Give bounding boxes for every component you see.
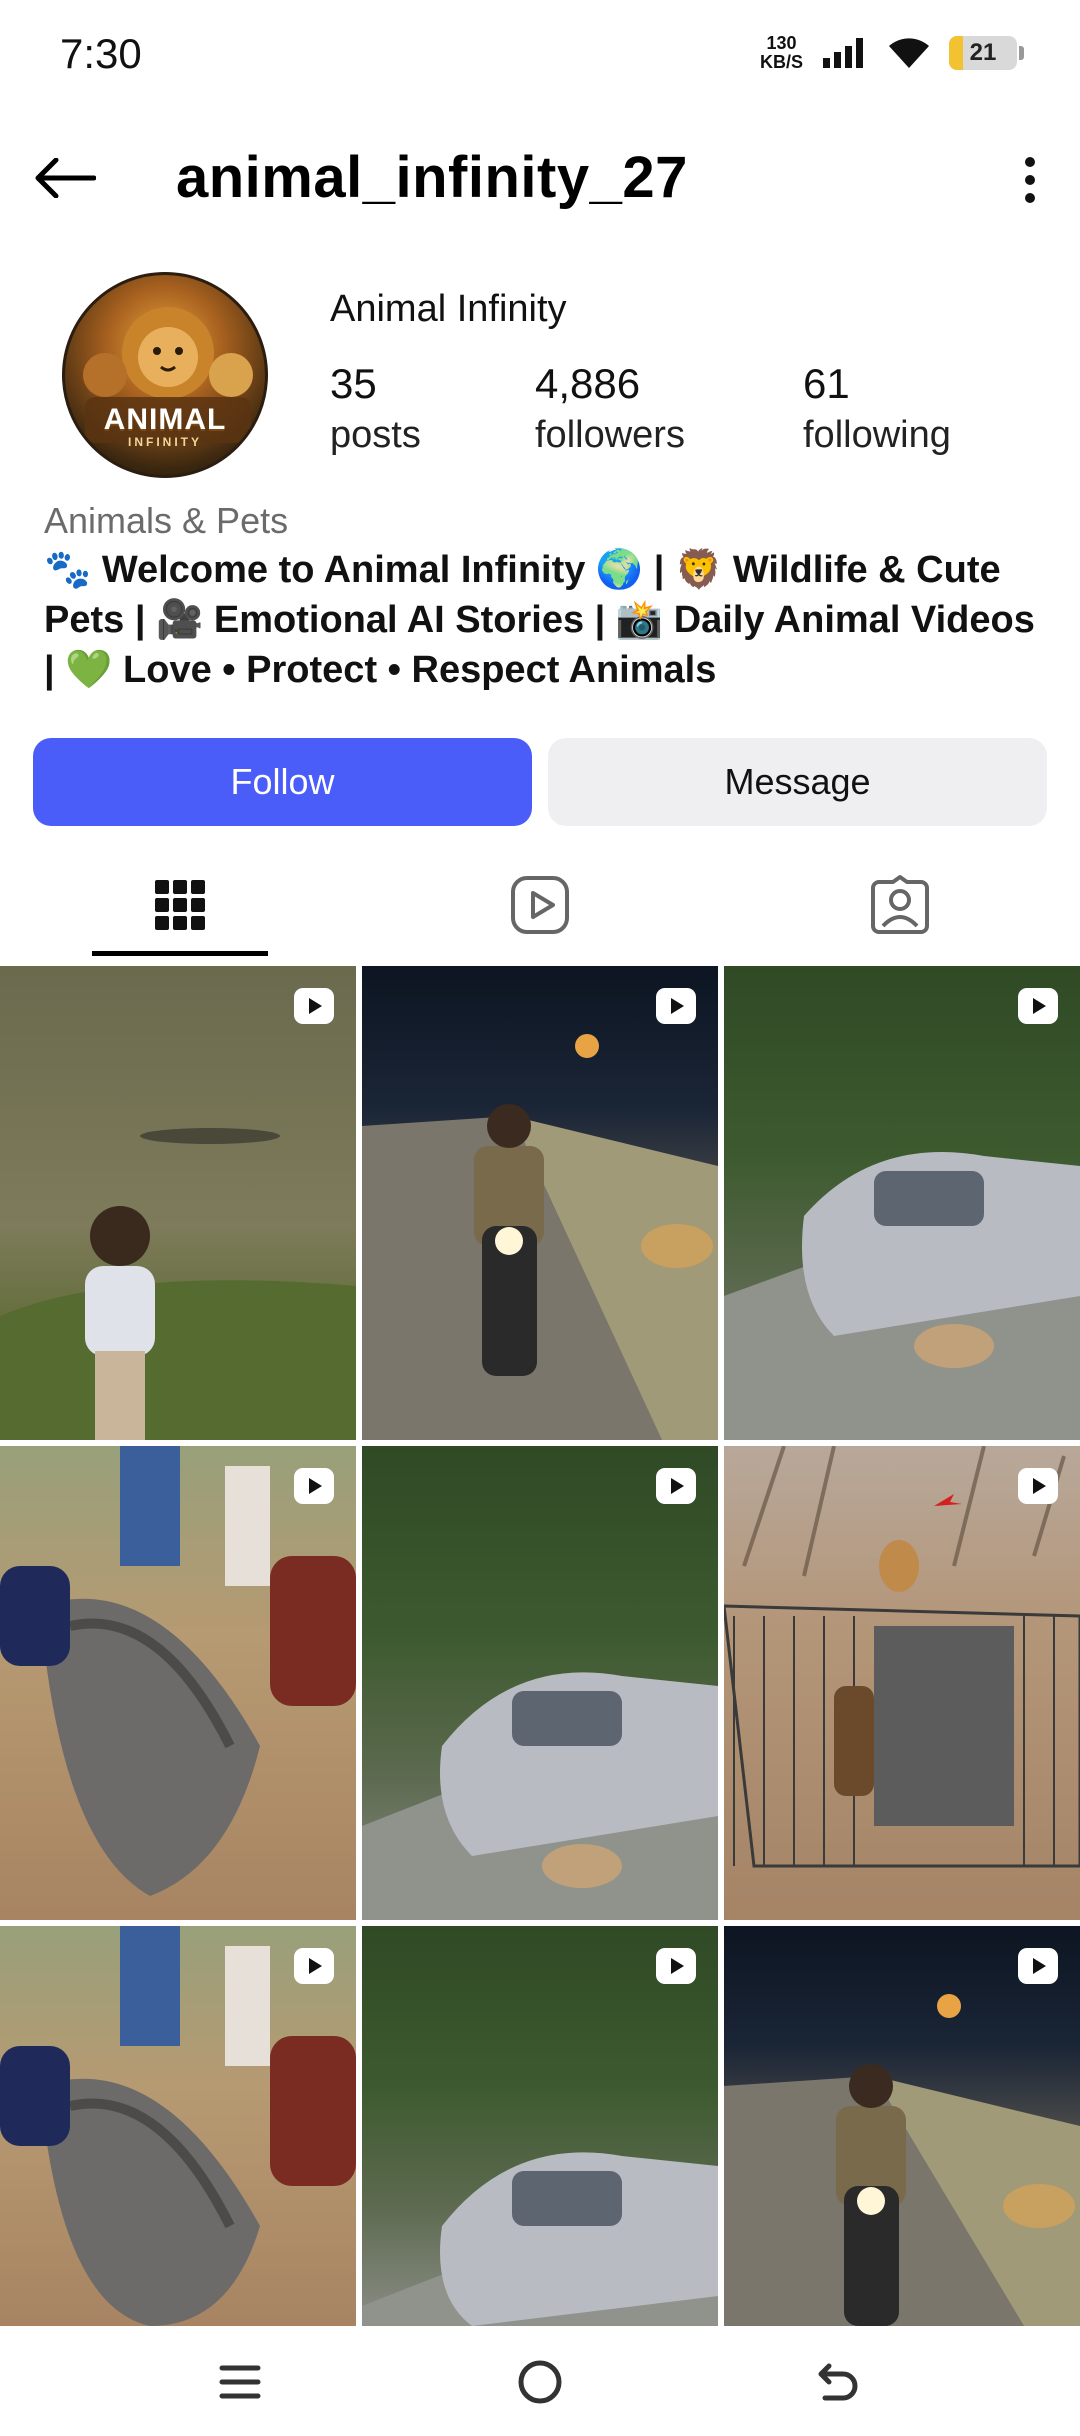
profile-bio: 🐾 Welcome to Animal Infinity 🌍 | 🦁 Wildl… — [44, 549, 1035, 691]
post-thumbnail[interactable] — [362, 1926, 718, 2326]
avatar[interactable]: ANIMAL INFINITY — [62, 272, 268, 478]
motorcycle-night-image — [362, 1034, 718, 1440]
profile-category: Animals & Pets — [44, 500, 289, 541]
following-label: following — [803, 414, 951, 456]
tab-tagged[interactable] — [720, 850, 1080, 960]
child-by-river-image — [0, 1128, 356, 1440]
car-animal-image — [724, 1152, 1080, 1440]
tagged-icon — [871, 875, 929, 934]
signal-icon — [823, 38, 863, 68]
recent-apps-button[interactable] — [200, 2352, 280, 2412]
battery-tip — [1019, 46, 1024, 60]
reel-icon — [656, 988, 696, 1024]
lion-cage-image — [724, 1446, 1080, 1868]
posts-stat[interactable]: 35 posts — [330, 360, 421, 457]
status-time: 7:30 — [60, 30, 142, 77]
post-thumbnail[interactable] — [0, 1446, 356, 1920]
active-tab-indicator — [92, 951, 268, 956]
giant-catfish-image — [0, 1446, 356, 1896]
back-icon — [818, 2363, 858, 2401]
posts-count: 35 — [330, 360, 377, 407]
reel-icon — [1018, 1948, 1058, 1984]
reel-icon — [294, 988, 334, 1024]
reel-icon — [656, 1948, 696, 1984]
reel-icon — [294, 1468, 334, 1504]
display-name: Animal Infinity — [330, 288, 567, 330]
follow-button[interactable]: Follow — [33, 738, 532, 826]
followers-count: 4,886 — [535, 360, 641, 407]
home-circle-icon — [518, 2360, 562, 2404]
back-button[interactable] — [30, 148, 100, 208]
more-vertical-icon — [1025, 157, 1035, 203]
giant-catfish-image — [0, 1926, 356, 2326]
followers-label: followers — [535, 414, 685, 456]
post-thumbnail[interactable] — [0, 966, 356, 1440]
reels-icon — [511, 876, 569, 934]
profile-header: animal_infinity_27 — [0, 130, 1080, 230]
post-thumbnail[interactable] — [362, 966, 718, 1440]
reel-icon — [1018, 1468, 1058, 1504]
post-thumbnail[interactable] — [724, 966, 1080, 1440]
reel-icon — [1018, 988, 1058, 1024]
post-thumbnail[interactable] — [0, 1926, 356, 2326]
post-thumbnail[interactable] — [724, 1446, 1080, 1920]
car-animal-image — [362, 1672, 718, 1920]
more-options-button[interactable] — [1000, 148, 1060, 212]
motorcycle-night-image — [724, 1994, 1080, 2326]
reel-icon — [656, 1468, 696, 1504]
message-button[interactable]: Message — [548, 738, 1047, 826]
post-thumbnail[interactable] — [362, 1446, 718, 1920]
reel-icon — [294, 1948, 334, 1984]
home-button[interactable] — [500, 2352, 580, 2412]
tab-reels[interactable] — [360, 850, 720, 960]
status-bar: 7:30 130 KB/S 21 — [0, 0, 1080, 118]
profile-username: animal_infinity_27 — [176, 145, 688, 210]
wifi-icon — [889, 38, 929, 68]
grid-icon — [155, 880, 205, 930]
profile-tabs — [0, 850, 1080, 960]
arrow-left-icon — [35, 158, 96, 198]
tab-posts[interactable] — [0, 850, 360, 960]
car-animal-image — [362, 2152, 718, 2326]
followers-stat[interactable]: 4,886 followers — [535, 360, 685, 457]
post-thumbnail[interactable] — [724, 1926, 1080, 2326]
status-icons: 130 KB/S 21 — [760, 34, 1024, 72]
menu-icon — [219, 2365, 261, 2399]
network-speed: 130 KB/S — [759, 33, 803, 72]
following-stat[interactable]: 61 following — [803, 360, 951, 457]
system-nav-bar — [0, 2326, 1080, 2436]
following-count: 61 — [803, 360, 850, 407]
posts-label: posts — [330, 414, 421, 456]
battery-indicator: 21 — [949, 36, 1017, 70]
back-nav-button[interactable] — [797, 2352, 877, 2412]
